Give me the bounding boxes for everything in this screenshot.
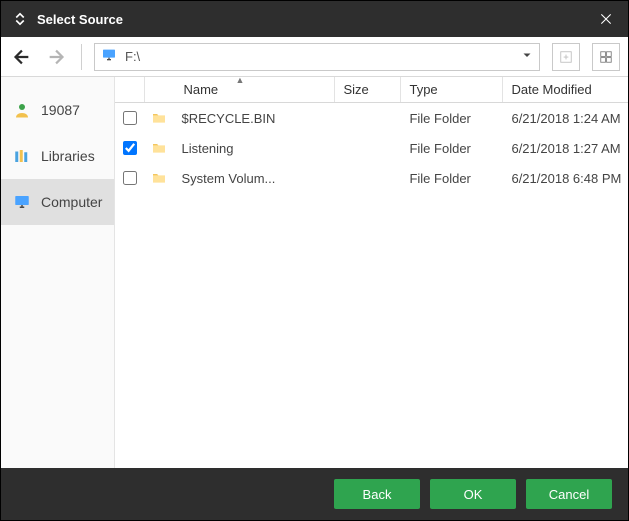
row-type: File Folder	[401, 141, 503, 156]
close-button[interactable]	[590, 3, 622, 35]
file-list: ▲ Name Size Type Date Modified $RECYCLE.…	[115, 77, 628, 468]
titlebar: Select Source	[1, 1, 628, 37]
table-row[interactable]: Listening File Folder 6/21/2018 1:27 AM	[115, 133, 628, 163]
path-text: F:\	[125, 49, 140, 64]
column-headers: ▲ Name Size Type Date Modified	[115, 77, 628, 103]
dialog-window: Select Source F:\	[0, 0, 629, 521]
row-checkbox[interactable]	[123, 111, 137, 125]
back-button[interactable]: Back	[334, 479, 420, 509]
sidebar-item-libraries[interactable]: Libraries	[1, 133, 114, 179]
user-icon	[13, 101, 31, 119]
column-header-date[interactable]: Date Modified	[503, 77, 628, 102]
row-checkbox[interactable]	[123, 141, 137, 155]
column-header-name[interactable]: ▲ Name	[145, 77, 335, 102]
computer-icon	[13, 193, 31, 211]
body: 19087 Libraries Computer ▲ Name	[1, 77, 628, 468]
folder-icon	[145, 110, 173, 126]
sidebar-item-label: Computer	[41, 194, 102, 210]
monitor-icon	[101, 47, 117, 66]
view-grid-button[interactable]	[592, 43, 620, 71]
forward-nav-button[interactable]	[45, 45, 69, 69]
row-name: Listening	[173, 141, 335, 156]
column-label: Date Modified	[511, 82, 591, 97]
table-row[interactable]: $RECYCLE.BIN File Folder 6/21/2018 1:24 …	[115, 103, 628, 133]
path-combobox[interactable]: F:\	[94, 43, 540, 71]
sidebar-item-label: Libraries	[41, 148, 95, 164]
app-icon	[11, 10, 29, 28]
row-type: File Folder	[401, 111, 503, 126]
new-folder-button[interactable]	[552, 43, 580, 71]
toolbar-separator	[81, 44, 82, 70]
sidebar-item-computer[interactable]: Computer	[1, 179, 114, 225]
sidebar-item-user[interactable]: 19087	[1, 87, 114, 133]
table-row[interactable]: System Volum... File Folder 6/21/2018 6:…	[115, 163, 628, 193]
row-type: File Folder	[401, 171, 503, 186]
ok-button[interactable]: OK	[430, 479, 516, 509]
column-header-checkbox[interactable]	[115, 77, 145, 102]
column-label: Size	[343, 82, 368, 97]
footer: Back OK Cancel	[1, 468, 628, 520]
folder-icon	[145, 140, 173, 156]
column-header-type[interactable]: Type	[401, 77, 503, 102]
file-rows[interactable]: $RECYCLE.BIN File Folder 6/21/2018 1:24 …	[115, 103, 628, 468]
column-header-size[interactable]: Size	[335, 77, 401, 102]
chevron-down-icon	[521, 49, 533, 64]
sidebar-item-label: 19087	[41, 102, 80, 118]
back-nav-button[interactable]	[9, 45, 33, 69]
column-label: Name	[183, 82, 218, 97]
row-date: 6/21/2018 1:27 AM	[503, 141, 628, 156]
column-label: Type	[409, 82, 437, 97]
window-title: Select Source	[37, 12, 590, 27]
row-date: 6/21/2018 6:48 PM	[503, 171, 628, 186]
toolbar: F:\	[1, 37, 628, 77]
folder-icon	[145, 170, 173, 186]
row-checkbox[interactable]	[123, 171, 137, 185]
sidebar: 19087 Libraries Computer	[1, 77, 115, 468]
sort-caret-icon: ▲	[236, 77, 245, 85]
row-name: System Volum...	[173, 171, 335, 186]
row-date: 6/21/2018 1:24 AM	[503, 111, 628, 126]
cancel-button[interactable]: Cancel	[526, 479, 612, 509]
libraries-icon	[13, 147, 31, 165]
row-name: $RECYCLE.BIN	[173, 111, 335, 126]
